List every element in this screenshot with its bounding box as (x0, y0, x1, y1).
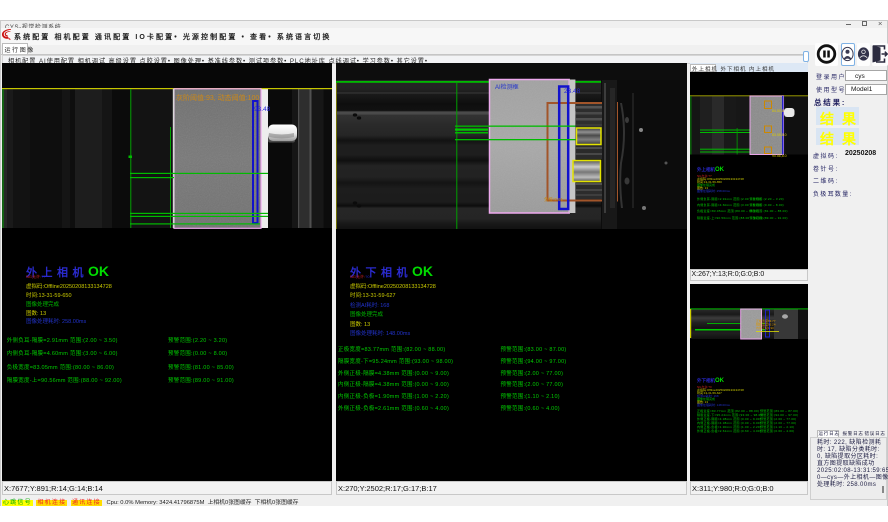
svg-text:灰阶阈值:93, 动态阈值:100: 灰阶阈值:93, 动态阈值:100 (176, 93, 259, 102)
svg-text:内侧正极1.90: 内侧正极1.90 (756, 325, 774, 330)
svg-text:90.56,8.0: 90.56,8.0 (772, 154, 787, 158)
svg-text:83.05,8.0: 83.05,8.0 (772, 133, 787, 137)
svg-text:AI检测框: AI检测框 (495, 83, 519, 91)
svg-text:23.48: 23.48 (564, 88, 581, 95)
svg-text:93.48: 93.48 (254, 106, 271, 113)
svg-text:负极:2.61: 负极:2.61 (544, 196, 564, 203)
